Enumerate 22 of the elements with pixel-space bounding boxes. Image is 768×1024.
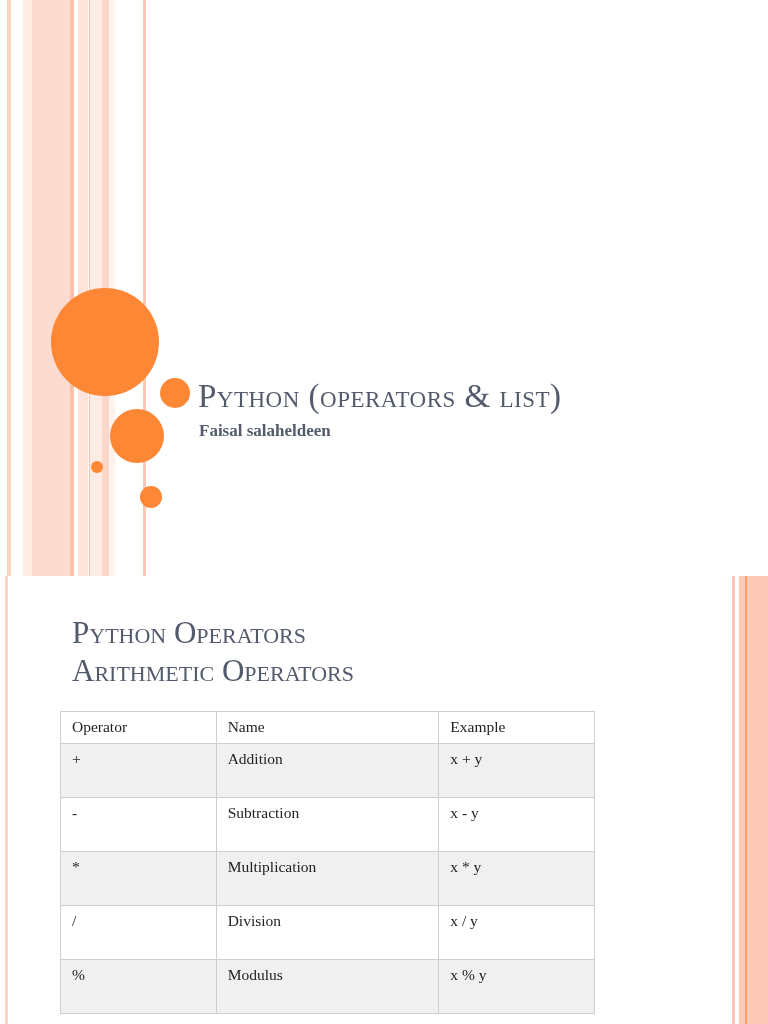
author-name: Faisal salaheldeen (199, 421, 332, 441)
table-cell: Division (216, 905, 439, 960)
table-cell: Addition (216, 743, 439, 798)
table-cell: x % y (438, 959, 595, 1014)
table-cell: Multiplication (216, 851, 439, 906)
table-cell: - (60, 797, 217, 852)
table-cell: % (60, 959, 217, 1014)
table-cell: x + y (438, 743, 595, 798)
table-cell: x / y (438, 905, 595, 960)
slide-title: Python (operators & list) (198, 378, 562, 415)
slide-title: Python Operators (71, 614, 307, 652)
slide-subtitle: Arithmetic Operators (71, 652, 355, 690)
table-cell: x * y (438, 851, 595, 906)
table-cell: + (60, 743, 217, 798)
table-cell: Modulus (216, 959, 439, 1014)
table-cell: Subtraction (216, 797, 439, 852)
column-header: Operator (60, 711, 217, 744)
column-header: Example (438, 711, 595, 744)
column-header: Name (216, 711, 439, 744)
table-cell: / (60, 905, 217, 960)
table-cell: x - y (438, 797, 595, 852)
table-cell: * (60, 851, 217, 906)
